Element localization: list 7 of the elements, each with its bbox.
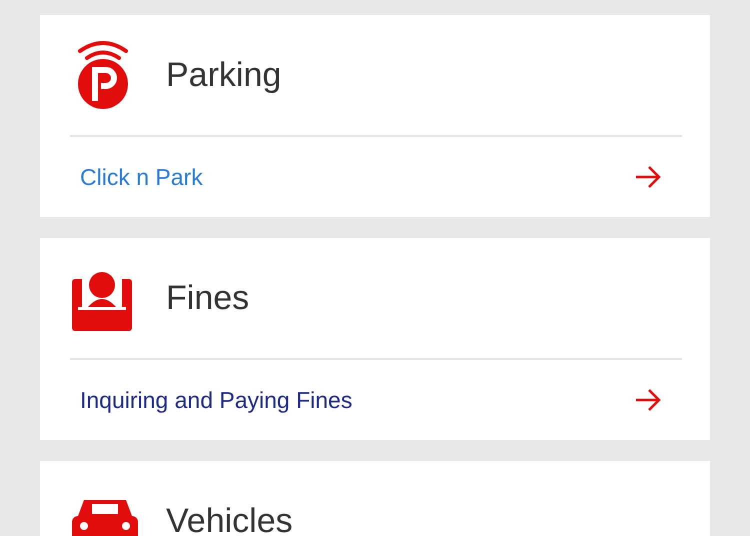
arrow-right-icon[interactable] <box>634 165 662 189</box>
card-title: Parking <box>166 56 282 94</box>
service-link[interactable]: Inquiring and Paying Fines <box>80 386 352 414</box>
card-title: Fines <box>166 278 250 318</box>
card-title: Vehicles <box>166 502 293 536</box>
arrow-right-icon[interactable] <box>634 388 662 412</box>
service-link[interactable]: Click n Park <box>80 164 203 190</box>
